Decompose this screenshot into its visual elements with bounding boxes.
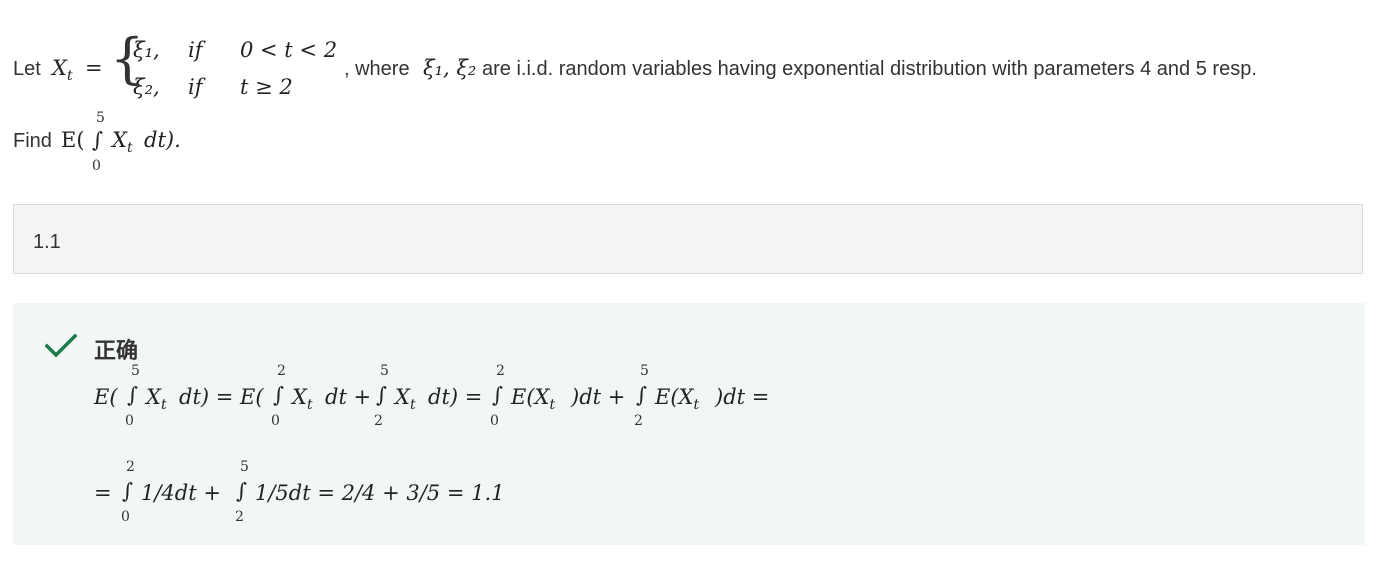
where-text: are i.i.d. random variables having expon… bbox=[482, 58, 1257, 80]
l1-i2-sign: ∫ bbox=[273, 383, 284, 407]
find-integral-lower: 0 bbox=[92, 158, 101, 174]
l1-t9: )dt + bbox=[571, 385, 626, 409]
case2-condition: t ≥ 2 bbox=[240, 75, 293, 99]
find-integral-sign: ∫ bbox=[92, 128, 103, 152]
l2-t2: 1/4dt + bbox=[141, 481, 221, 505]
lhs-equals: = bbox=[85, 56, 103, 80]
status-label: 正确 bbox=[94, 339, 139, 364]
lhs-variable: Xt bbox=[52, 56, 73, 85]
feedback-panel: 正确 E( 5 ∫ 0 Xt dt) = E( 2 ∫ 0 Xt dt + 5 … bbox=[13, 303, 1365, 545]
case1-if: if bbox=[188, 38, 203, 62]
l1-t11: )dt = bbox=[715, 385, 770, 409]
where-vars: ξ₁, ξ₂ bbox=[423, 56, 477, 80]
l1-i1-lower: 0 bbox=[125, 413, 134, 429]
l1-i3-lower: 2 bbox=[374, 413, 383, 429]
l2-t3: 1/5dt = 2/4 + 3/5 = 1.1 bbox=[255, 481, 505, 505]
l1-i5-upper: 5 bbox=[640, 363, 649, 379]
l1-t7: dt) = bbox=[428, 385, 483, 409]
l2-i1-lower: 0 bbox=[121, 509, 130, 525]
l1-t4: Xt bbox=[292, 385, 313, 414]
l1-i2-lower: 0 bbox=[271, 413, 280, 429]
l2-i2-sign: ∫ bbox=[236, 479, 247, 503]
l1-t3: dt) = E( bbox=[179, 385, 264, 409]
l1-t5: dt + bbox=[325, 385, 372, 409]
answer-value: 1.1 bbox=[33, 231, 61, 253]
l2-i2-upper: 5 bbox=[240, 459, 249, 475]
case1-condition: 0 < t < 2 bbox=[240, 38, 338, 62]
case2-if: if bbox=[188, 75, 203, 99]
l1-t8: E(Xt bbox=[511, 385, 556, 414]
l1-i5-lower: 2 bbox=[634, 413, 643, 429]
let-label: Let bbox=[13, 58, 41, 80]
l1-i4-sign: ∫ bbox=[492, 383, 503, 407]
checkmark-icon bbox=[45, 333, 77, 358]
l1-i2-upper: 2 bbox=[277, 363, 286, 379]
find-expr-open: E( bbox=[61, 128, 85, 152]
l1-t1: E( bbox=[94, 385, 118, 409]
l2-i2-lower: 2 bbox=[235, 509, 244, 525]
case1-value: ξ₁, bbox=[133, 38, 160, 62]
l1-i4-upper: 2 bbox=[496, 363, 505, 379]
l2-i1-sign: ∫ bbox=[122, 479, 133, 503]
l1-i1-upper: 5 bbox=[131, 363, 140, 379]
answer-box[interactable]: 1.1 bbox=[13, 204, 1363, 274]
l1-i3-sign: ∫ bbox=[376, 383, 387, 407]
l1-t2: Xt bbox=[146, 385, 167, 414]
l1-i4-lower: 0 bbox=[490, 413, 499, 429]
l1-i1-sign: ∫ bbox=[127, 383, 138, 407]
find-integrand: Xt bbox=[112, 128, 133, 157]
case2-value: ξ₂, bbox=[133, 75, 160, 99]
find-integral-upper: 5 bbox=[96, 110, 105, 126]
l1-t6: Xt bbox=[395, 385, 416, 414]
where-prefix: , where bbox=[344, 58, 410, 80]
find-label: Find bbox=[13, 130, 52, 152]
l1-i3-upper: 5 bbox=[380, 363, 389, 379]
find-expr-close: dt). bbox=[144, 128, 181, 152]
l2-i1-upper: 2 bbox=[126, 459, 135, 475]
l2-t1: = bbox=[94, 481, 112, 505]
l1-i5-sign: ∫ bbox=[636, 383, 647, 407]
l1-t10: E(Xt bbox=[655, 385, 700, 414]
